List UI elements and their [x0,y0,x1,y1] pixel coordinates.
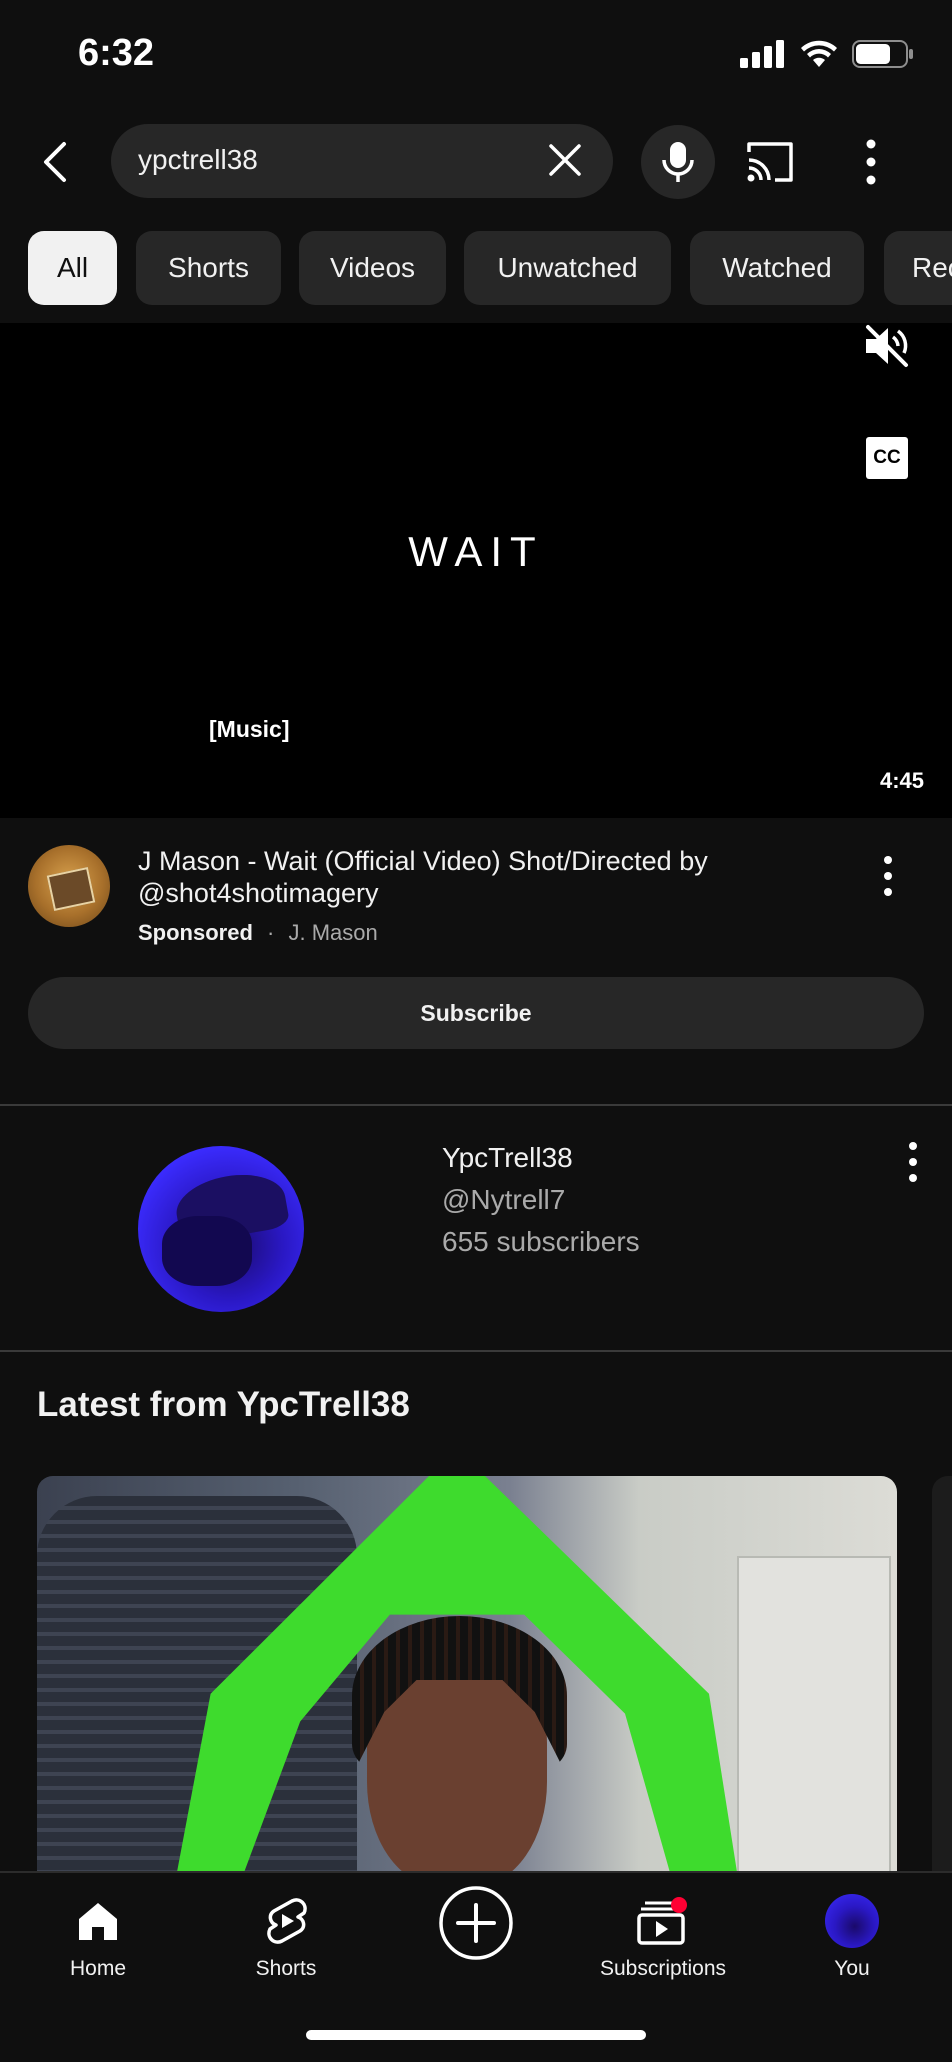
subscribe-button[interactable]: Subscribe [28,977,924,1049]
chip-shorts[interactable]: Shorts [136,231,281,305]
cast-icon[interactable] [745,140,795,184]
video-player[interactable]: CC WAIT [Music] 4:45 [0,323,952,818]
sponsored-label: Sponsored [138,920,253,945]
channel-handle: @Nytrell7 [442,1184,566,1215]
captions-icon[interactable]: CC [866,437,908,479]
advertiser-avatar[interactable] [28,845,110,927]
next-video-thumbnail[interactable] [932,1476,952,1872]
clear-icon[interactable] [545,140,585,180]
home-icon [79,1903,117,1940]
ad-metadata[interactable]: J Mason - Wait (Official Video) Shot/Dir… [0,840,952,945]
status-time: 6:32 [78,32,155,74]
search-query: ypctrell38 [138,144,258,175]
filter-chips: All Shorts Videos Unwatched Watched Rec [0,231,952,307]
video-overlay-title: WAIT [408,528,544,575]
signal-icon [740,40,784,68]
voice-search-button[interactable] [641,125,715,199]
mic-icon [662,142,694,182]
status-icons [740,40,914,68]
you-avatar [825,1894,879,1948]
caption-text: [Music] [209,716,290,742]
chip-recent[interactable]: Rec [884,231,952,305]
subscriptions-icon [637,1897,687,1945]
nav-subscriptions-label: Subscriptions [599,1957,727,1980]
chip-all[interactable]: All [28,231,117,305]
channel-subscribers: 655 subscribers [442,1226,640,1257]
video-thumbnail[interactable] [37,1476,897,1872]
chip-watched[interactable]: Watched [690,231,864,305]
search-input[interactable]: ypctrell38 [111,124,613,198]
latest-section-title: Latest from YpcTrell38 [37,1385,410,1424]
more-vert-icon[interactable] [856,136,886,188]
divider [0,1104,952,1106]
ad-video-title[interactable]: J Mason - Wait (Official Video) Shot/Dir… [138,845,838,909]
advertiser-name: J. Mason [288,920,378,945]
search-row: ypctrell38 [0,122,952,202]
channel-avatar[interactable] [138,1146,304,1312]
divider [0,1350,952,1352]
status-bar: 6:32 [0,0,952,112]
nav-shorts-label: Shorts [255,1957,317,1980]
chip-unwatched[interactable]: Unwatched [464,231,671,305]
video-duration: 4:45 [879,768,924,793]
notification-dot [671,1897,687,1913]
home-indicator [306,2030,646,2040]
battery-icon [852,40,913,68]
ad-subtitle: Sponsored · J. Mason [138,920,378,946]
shorts-icon [267,1898,307,1944]
separator: · [267,920,275,945]
back-icon[interactable] [34,132,78,192]
mute-icon[interactable] [862,323,910,369]
wifi-icon [801,40,837,67]
nav-home-label: Home [69,1957,127,1980]
nav-you-label: You [834,1957,870,1980]
chip-videos[interactable]: Videos [299,231,446,305]
create-icon[interactable] [438,1885,514,1961]
channel-more-icon[interactable] [901,1140,925,1184]
ad-more-icon[interactable] [876,854,900,898]
channel-name[interactable]: YpcTrell38 [442,1142,573,1174]
